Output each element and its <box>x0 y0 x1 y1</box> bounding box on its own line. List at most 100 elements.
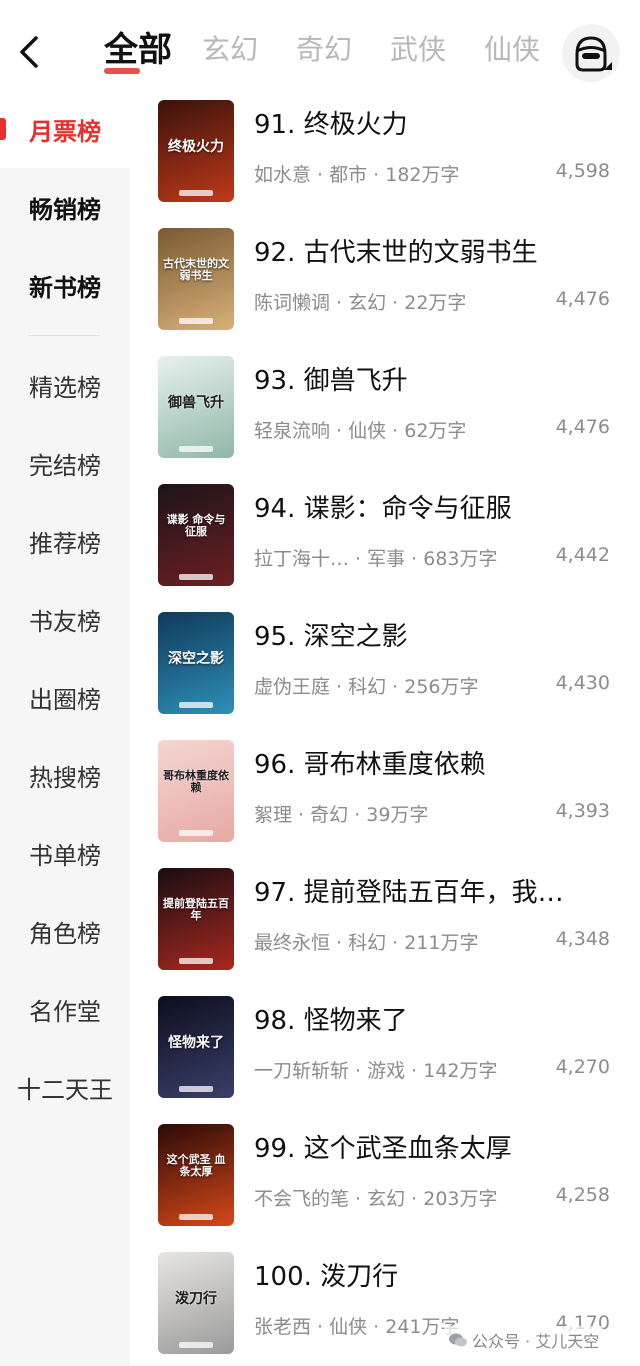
category-tabs: 全部 玄幻 奇幻 武侠 仙侠 <box>104 28 578 74</box>
book-cover: 谍影 命令与征服 <box>158 484 234 586</box>
book-title: 92. 古代末世的文弱书生 <box>254 238 538 268</box>
book-cover: 御兽飞升 <box>158 356 234 458</box>
book-title: 93. 御兽飞升 <box>254 366 408 396</box>
book-cover: 泼刀行 <box>158 1252 234 1354</box>
top-bar: 全部 玄幻 奇幻 武侠 仙侠 <box>0 0 640 100</box>
ticket-count: 4,393 <box>555 800 610 822</box>
book-item[interactable]: 古代末世的文弱书生 92. 古代末世的文弱书生 陈词懒调 · 玄幻 · 22万字… <box>130 218 640 346</box>
book-cover: 怪物来了 <box>158 996 234 1098</box>
book-title: 96. 哥布林重度依赖 <box>254 750 486 780</box>
tab-qihuan[interactable]: 奇幻 <box>296 28 352 72</box>
tab-xianxia[interactable]: 仙侠 <box>484 28 540 72</box>
cover-title: 御兽飞升 <box>168 395 224 411</box>
cover-title: 终极火力 <box>168 139 224 155</box>
ticket-count: 4,430 <box>555 672 610 694</box>
back-button[interactable] <box>14 32 48 72</box>
ticket-count: 4,476 <box>555 288 610 310</box>
sidebar-item-readers[interactable]: 书友榜 <box>0 580 130 658</box>
wechat-icon <box>449 1333 467 1347</box>
cover-title: 哥布林重度依赖 <box>163 769 229 794</box>
sidebar-item-label: 推荐榜 <box>29 529 101 558</box>
book-meta: 如水意 · 都市 · 182万字 <box>254 164 460 186</box>
book-cover: 深空之影 <box>158 612 234 714</box>
book-cover: 终极火力 <box>158 100 234 202</box>
publisher-mark <box>179 1086 213 1092</box>
active-indicator <box>0 118 6 140</box>
cover-title: 提前登陆五百年 <box>163 897 229 922</box>
publisher-mark <box>179 1342 213 1348</box>
sidebar-item-label: 热搜榜 <box>29 763 101 792</box>
book-item[interactable]: 终极火力 91. 终极火力 如水意 · 都市 · 182万字 4,598 <box>130 90 640 218</box>
cover-title: 泼刀行 <box>175 1291 217 1307</box>
book-meta: 最终永恒 · 科幻 · 211万字 <box>254 932 479 954</box>
sidebar-item-label: 完结榜 <box>29 451 101 480</box>
publisher-mark <box>179 1214 213 1220</box>
publisher-mark <box>179 702 213 708</box>
publisher-mark <box>179 318 213 324</box>
publisher-mark <box>179 830 213 836</box>
sidebar-item-hot-search[interactable]: 热搜榜 <box>0 736 130 814</box>
book-cover: 提前登陆五百年 <box>158 868 234 970</box>
sidebar-item-label: 畅销榜 <box>29 195 101 224</box>
sidebar-item-monthly-ticket[interactable]: 月票榜 <box>0 90 130 168</box>
cover-title: 怪物来了 <box>168 1035 224 1051</box>
sidebar-item-new-books[interactable]: 新书榜 <box>0 246 130 324</box>
book-item[interactable]: 御兽飞升 93. 御兽飞升 轻泉流响 · 仙侠 · 62万字 4,476 <box>130 346 640 474</box>
book-meta: 絮理 · 奇幻 · 39万字 <box>254 804 429 826</box>
book-cover: 古代末世的文弱书生 <box>158 228 234 330</box>
book-cover: 这个武圣 血条太厚 <box>158 1124 234 1226</box>
book-meta: 虚伪王庭 · 科幻 · 256万字 <box>254 676 479 698</box>
book-item[interactable]: 谍影 命令与征服 94. 谍影：命令与征服 拉丁海十… · 军事 · 683万字… <box>130 474 640 602</box>
watermark-text: 公众号 · 艾儿天空 <box>472 1332 600 1351</box>
book-meta: 拉丁海十… · 军事 · 683万字 <box>254 548 498 570</box>
sidebar-item-label: 精选榜 <box>29 373 101 402</box>
book-title: 100. 泼刀行 <box>254 1262 399 1292</box>
category-menu-button[interactable] <box>562 24 620 82</box>
sidebar-item-label: 出圈榜 <box>29 685 101 714</box>
book-item[interactable]: 哥布林重度依赖 96. 哥布林重度依赖 絮理 · 奇幻 · 39万字 4,393 <box>130 730 640 858</box>
sidebar-item-label: 十二天王 <box>17 1075 113 1104</box>
tab-wuxia[interactable]: 武侠 <box>390 28 446 72</box>
ticket-count: 4,270 <box>555 1056 610 1078</box>
book-item[interactable]: 提前登陆五百年 97. 提前登陆五百年，我… 最终永恒 · 科幻 · 211万字… <box>130 858 640 986</box>
cover-title: 古代末世的文弱书生 <box>163 257 229 282</box>
sidebar-item-label: 月票榜 <box>29 117 101 146</box>
publisher-mark <box>179 190 213 196</box>
chevron-left-icon <box>20 36 38 68</box>
sidebar-item-featured[interactable]: 精选榜 <box>0 346 130 424</box>
ticket-count: 4,258 <box>555 1184 610 1206</box>
book-title: 99. 这个武圣血条太厚 <box>254 1134 512 1164</box>
publisher-mark <box>179 574 213 580</box>
book-meta: 一刀斩斩斩 · 游戏 · 142万字 <box>254 1060 498 1082</box>
sidebar-item-completed[interactable]: 完结榜 <box>0 424 130 502</box>
book-meta: 张老西 · 仙侠 · 241万字 <box>254 1316 460 1338</box>
sidebar-item-label: 角色榜 <box>29 919 101 948</box>
publisher-mark <box>179 958 213 964</box>
sidebar-item-breakout[interactable]: 出圈榜 <box>0 658 130 736</box>
book-meta: 陈词懒调 · 玄幻 · 22万字 <box>254 292 467 314</box>
book-title: 94. 谍影：命令与征服 <box>254 494 512 524</box>
book-meta: 轻泉流响 · 仙侠 · 62万字 <box>254 420 467 442</box>
sidebar-divider <box>28 335 100 336</box>
sidebar-item-recommended[interactable]: 推荐榜 <box>0 502 130 580</box>
reader-avatar-icon <box>575 36 612 72</box>
book-item[interactable]: 这个武圣 血条太厚 99. 这个武圣血条太厚 不会飞的笔 · 玄幻 · 203万… <box>130 1114 640 1242</box>
cover-title: 深空之影 <box>168 651 224 667</box>
book-title: 95. 深空之影 <box>254 622 408 652</box>
book-item[interactable]: 深空之影 95. 深空之影 虚伪王庭 · 科幻 · 256万字 4,430 <box>130 602 640 730</box>
ticket-count: 4,348 <box>555 928 610 950</box>
tab-xuanhuan[interactable]: 玄幻 <box>202 28 258 72</box>
cover-title: 这个武圣 血条太厚 <box>166 1153 226 1178</box>
sidebar-item-hall-of-fame[interactable]: 名作堂 <box>0 970 130 1048</box>
sidebar-item-bestseller[interactable]: 畅销榜 <box>0 168 130 246</box>
ranking-sidebar: 月票榜 畅销榜 新书榜 精选榜 完结榜 推荐榜 书友榜 出圈榜 热搜榜 书单榜 … <box>0 90 130 1366</box>
sidebar-item-twelve-kings[interactable]: 十二天王 <box>0 1048 130 1126</box>
book-title: 97. 提前登陆五百年，我… <box>254 878 564 908</box>
tab-all[interactable]: 全部 <box>104 28 172 74</box>
book-title: 91. 终极火力 <box>254 110 408 140</box>
sidebar-item-characters[interactable]: 角色榜 <box>0 892 130 970</box>
ticket-count: 4,476 <box>555 416 610 438</box>
sidebar-item-label: 书单榜 <box>29 841 101 870</box>
sidebar-item-booklist[interactable]: 书单榜 <box>0 814 130 892</box>
book-item[interactable]: 怪物来了 98. 怪物来了 一刀斩斩斩 · 游戏 · 142万字 4,270 <box>130 986 640 1114</box>
